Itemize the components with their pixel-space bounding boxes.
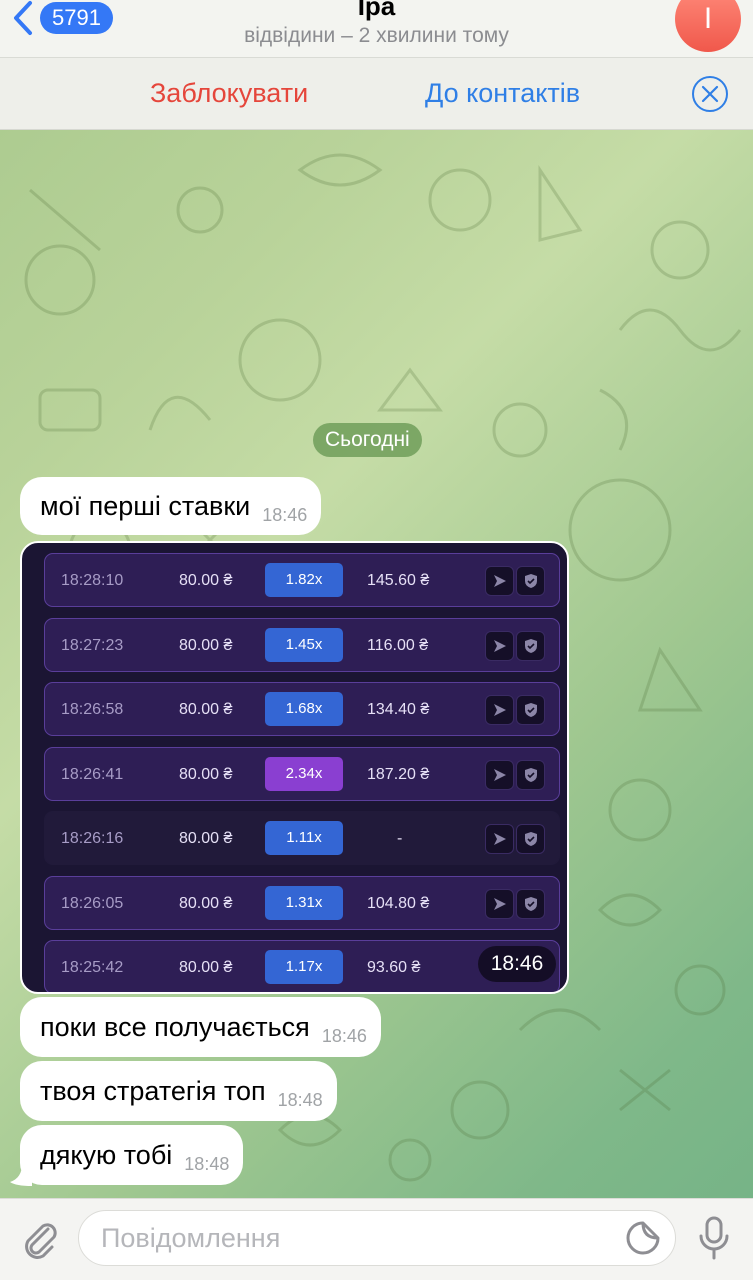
microphone-icon[interactable] <box>696 1215 732 1261</box>
bet-row: 18:28:10 80.00 ₴ 1.82x 145.60 ₴ <box>44 553 560 607</box>
bubble-tail <box>10 1164 32 1186</box>
sticker-icon[interactable] <box>625 1220 661 1256</box>
bet-win: - <box>397 830 403 847</box>
incoming-message[interactable]: твоя стратегія топ 18:48 <box>20 1061 337 1121</box>
block-button[interactable]: Заблокувати <box>150 78 308 109</box>
message-time: 18:48 <box>184 1154 230 1174</box>
bet-row: 18:27:23 80.00 ₴ 1.45x 116.00 ₴ <box>44 618 560 672</box>
chat-header: 5791 Іра відвідини – 2 хвилини тому І <box>0 0 753 58</box>
bet-multiplier: 2.34x <box>265 757 343 791</box>
bet-row: 18:26:05 80.00 ₴ 1.31x 104.80 ₴ <box>44 876 560 930</box>
bet-time: 18:26:05 <box>61 895 124 912</box>
share-icon <box>485 695 514 725</box>
bet-time: 18:26:41 <box>61 766 124 783</box>
message-text: твоя стратегія топ <box>40 1076 266 1106</box>
shield-icon <box>516 824 545 854</box>
bet-row: 18:26:41 80.00 ₴ 2.34x 187.20 ₴ <box>44 747 560 801</box>
bets-screenshot-message[interactable]: 18:28:10 80.00 ₴ 1.82x 145.60 ₴ 18:27:23… <box>20 541 569 994</box>
bet-amount: 80.00 ₴ <box>179 830 233 847</box>
share-icon <box>485 631 514 661</box>
shield-icon <box>516 695 545 725</box>
share-icon <box>485 889 514 919</box>
bet-multiplier: 1.45x <box>265 628 343 662</box>
bet-row: 18:26:16 80.00 ₴ 1.11x - <box>44 811 560 865</box>
bet-win: 187.20 ₴ <box>367 766 430 783</box>
chat-title[interactable]: Іра <box>0 0 753 22</box>
share-icon <box>485 760 514 790</box>
paperclip-icon[interactable] <box>18 1217 62 1261</box>
shield-icon <box>516 889 545 919</box>
bet-win: 134.40 ₴ <box>367 701 430 718</box>
shield-icon <box>516 760 545 790</box>
message-time: 18:46 <box>262 505 308 525</box>
shield-icon <box>516 566 545 596</box>
bet-amount: 80.00 ₴ <box>179 701 233 718</box>
bet-time: 18:25:42 <box>61 959 124 976</box>
contact-action-bar: Заблокувати До контактів <box>0 58 753 130</box>
add-to-contacts-button[interactable]: До контактів <box>425 78 580 109</box>
bet-time: 18:26:58 <box>61 701 124 718</box>
close-icon <box>701 85 719 103</box>
bet-multiplier: 1.82x <box>265 563 343 597</box>
message-composer: Повідомлення <box>0 1198 753 1280</box>
bet-row: 18:26:58 80.00 ₴ 1.68x 134.40 ₴ <box>44 682 560 736</box>
image-message-time: 18:46 <box>478 946 556 982</box>
date-separator: Сьогодні <box>313 423 422 457</box>
last-seen-status: відвідини – 2 хвилини тому <box>244 24 509 47</box>
message-time: 18:46 <box>321 1026 367 1046</box>
bet-multiplier: 1.17x <box>265 950 343 984</box>
message-text: дякую тобі <box>40 1140 173 1170</box>
bet-multiplier: 1.11x <box>265 821 343 855</box>
message-time: 18:48 <box>277 1090 323 1110</box>
bet-win: 104.80 ₴ <box>367 895 430 912</box>
incoming-message[interactable]: мої перші ставки 18:46 <box>20 477 322 535</box>
bet-time: 18:28:10 <box>61 572 124 589</box>
bet-win: 93.60 ₴ <box>367 959 421 976</box>
shield-icon <box>516 631 545 661</box>
bet-amount: 80.00 ₴ <box>179 895 233 912</box>
bet-win: 116.00 ₴ <box>367 637 429 654</box>
message-text: мої перші ставки <box>40 491 251 521</box>
share-icon <box>485 566 514 596</box>
bet-multiplier: 1.31x <box>265 886 343 920</box>
message-text: поки все получається <box>40 1012 310 1042</box>
incoming-message[interactable]: дякую тобі 18:48 <box>20 1125 244 1185</box>
bet-amount: 80.00 ₴ <box>179 766 233 783</box>
share-icon <box>485 824 514 854</box>
bet-win: 145.60 ₴ <box>367 572 430 589</box>
bet-amount: 80.00 ₴ <box>179 637 233 654</box>
bet-time: 18:27:23 <box>61 637 124 654</box>
bet-time: 18:26:16 <box>61 830 124 847</box>
close-action-bar-button[interactable] <box>692 76 728 112</box>
bet-amount: 80.00 ₴ <box>179 572 233 589</box>
incoming-message[interactable]: поки все получається 18:46 <box>20 997 381 1057</box>
message-input[interactable]: Повідомлення <box>78 1210 676 1266</box>
bet-amount: 80.00 ₴ <box>179 959 233 976</box>
bet-multiplier: 1.68x <box>265 692 343 726</box>
